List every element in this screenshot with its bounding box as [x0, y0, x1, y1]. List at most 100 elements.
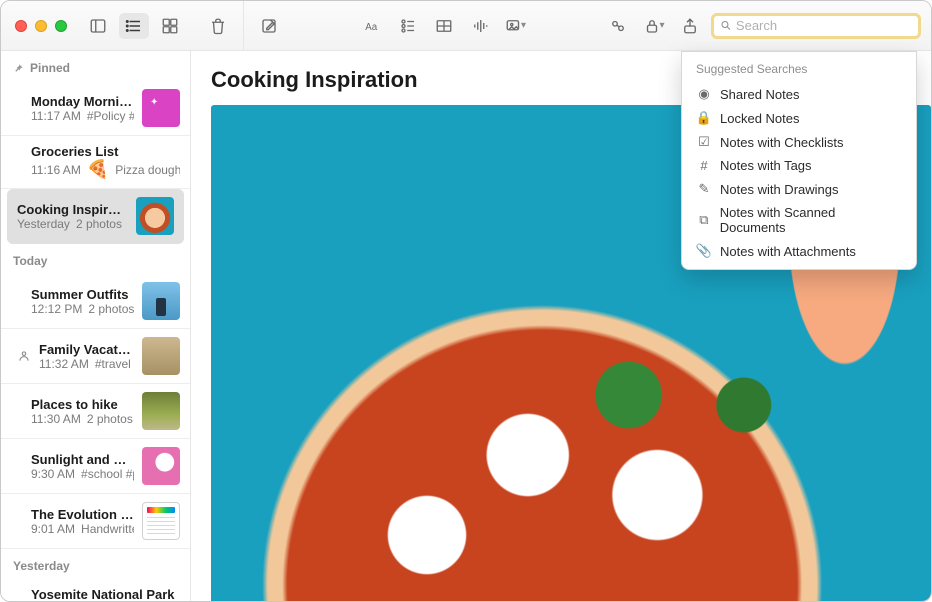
svg-text:Aa: Aa: [365, 21, 378, 32]
note-detail: 2 photos: [76, 217, 122, 231]
note-title: Places to hike: [31, 397, 134, 412]
suggestion-attachments[interactable]: 📎 Notes with Attachments: [686, 239, 912, 263]
pizza-icon: 🍕: [87, 159, 109, 180]
note-title: Cooking Inspiration: [17, 202, 128, 217]
suggestion-label: Locked Notes: [720, 111, 800, 126]
note-title: Monday Morning Meeting: [31, 94, 134, 109]
note-time: 11:30 AM: [31, 412, 81, 426]
note-thumbnail: [142, 89, 180, 127]
section-header-today: Today: [1, 244, 190, 274]
note-title: Groceries List: [31, 144, 180, 159]
share-button[interactable]: [675, 13, 705, 39]
suggestion-label: Notes with Checklists: [720, 135, 844, 150]
note-title: The Evolution of Massi…: [31, 507, 134, 522]
note-detail: Handwritten note: [81, 522, 134, 536]
drawing-icon: ✎: [696, 181, 712, 197]
chevron-down-icon: ▾: [521, 20, 526, 31]
suggestion-label: Notes with Attachments: [720, 244, 856, 259]
fullscreen-window-button[interactable]: [55, 20, 67, 32]
suggestion-label: Notes with Tags: [720, 158, 812, 173]
note-detail: 2 photos: [87, 412, 133, 426]
section-label: Today: [13, 254, 47, 268]
note-detail: #school #psycholo…: [81, 467, 134, 481]
note-time: 11:32 AM: [39, 357, 89, 371]
pin-icon: [13, 63, 24, 74]
note-thumbnail: [142, 282, 180, 320]
note-cell-selected[interactable]: Cooking Inspiration Yesterday 2 photos: [7, 189, 184, 244]
note-editor[interactable]: Cooking Inspiration Suggested Searches ◉…: [191, 51, 931, 601]
note-thumbnail: [142, 502, 180, 540]
note-title: Family Vacation: [39, 342, 134, 357]
view-gallery-button[interactable]: [155, 13, 185, 39]
toolbar-separator: [243, 1, 244, 51]
shared-icon: ◉: [696, 86, 712, 102]
format-text-button[interactable]: Aa: [357, 13, 387, 39]
note-time: 12:12 PM: [31, 302, 82, 316]
close-window-button[interactable]: [15, 20, 27, 32]
tag-icon: #: [696, 158, 712, 173]
toggle-sidebar-button[interactable]: [83, 13, 113, 39]
note-time: 9:30 AM: [31, 467, 75, 481]
search-input[interactable]: [736, 18, 912, 33]
note-detail: 2 photos: [88, 302, 134, 316]
note-cell[interactable]: Summer Outfits 12:12 PM 2 photos: [1, 274, 190, 329]
notes-list-sidebar[interactable]: Pinned Monday Morning Meeting 11:17 AM #P…: [1, 51, 191, 601]
note-cell[interactable]: Yosemite National Park: [1, 579, 190, 601]
shared-icon: [17, 349, 31, 363]
delete-note-button[interactable]: [203, 13, 233, 39]
note-detail: #Policy #Housing…: [87, 109, 134, 123]
window-controls: [15, 20, 67, 32]
minimize-window-button[interactable]: [35, 20, 47, 32]
checklist-icon: ☑: [696, 134, 712, 150]
note-thumbnail: [142, 447, 180, 485]
media-menu-button[interactable]: ▾: [501, 13, 531, 39]
app-window: Aa ▾ ▾: [0, 0, 932, 602]
section-label: Pinned: [30, 61, 70, 75]
search-suggestions-popover: Suggested Searches ◉ Shared Notes 🔒 Locked…: [681, 51, 917, 270]
note-title: Summer Outfits: [31, 287, 134, 302]
section-header-pinned: Pinned: [1, 51, 190, 81]
note-cell[interactable]: Sunlight and Circadian… 9:30 AM #school #…: [1, 439, 190, 494]
new-note-button[interactable]: [254, 13, 284, 39]
note-detail: #travel: [95, 357, 131, 371]
suggestion-label: Shared Notes: [720, 87, 800, 102]
note-detail: Pizza dough: [115, 163, 180, 177]
scan-icon: ⧉: [696, 212, 712, 228]
note-thumbnail: [136, 197, 174, 235]
search-icon: [720, 19, 732, 32]
note-time: 9:01 AM: [31, 522, 75, 536]
suggestion-scanned[interactable]: ⧉ Notes with Scanned Documents: [686, 201, 912, 239]
checklist-button[interactable]: [393, 13, 423, 39]
search-field[interactable]: [711, 13, 921, 39]
note-thumbnail: [142, 392, 180, 430]
suggestion-tags[interactable]: # Notes with Tags: [686, 154, 912, 177]
suggestion-label: Notes with Scanned Documents: [720, 205, 902, 235]
suggestion-label: Notes with Drawings: [720, 182, 839, 197]
lock-icon: 🔒: [696, 110, 712, 126]
suggestion-shared-notes[interactable]: ◉ Shared Notes: [686, 82, 912, 106]
suggestions-header: Suggested Searches: [686, 60, 912, 82]
note-cell[interactable]: The Evolution of Massi… 9:01 AM Handwritt…: [1, 494, 190, 549]
suggestion-checklists[interactable]: ☑ Notes with Checklists: [686, 130, 912, 154]
note-thumbnail: [142, 337, 180, 375]
chevron-down-icon: ▾: [659, 20, 664, 31]
note-cell[interactable]: Places to hike 11:30 AM 2 photos: [1, 384, 190, 439]
section-header-yesterday: Yesterday: [1, 549, 190, 579]
attachment-icon: 📎: [696, 243, 712, 259]
note-cell[interactable]: Groceries List 11:16 AM🍕Pizza dough: [1, 136, 190, 189]
note-title: Sunlight and Circadian…: [31, 452, 134, 467]
toolbar: Aa ▾ ▾: [1, 1, 931, 51]
lock-menu-button[interactable]: ▾: [639, 13, 669, 39]
note-cell[interactable]: Monday Morning Meeting 11:17 AM #Policy #…: [1, 81, 190, 136]
view-list-button[interactable]: [119, 13, 149, 39]
note-time: 11:17 AM: [31, 109, 81, 123]
note-title: Yosemite National Park: [31, 587, 180, 601]
table-button[interactable]: [429, 13, 459, 39]
link-note-button[interactable]: [603, 13, 633, 39]
section-label: Yesterday: [13, 559, 70, 573]
suggestion-drawings[interactable]: ✎ Notes with Drawings: [686, 177, 912, 201]
suggestion-locked-notes[interactable]: 🔒 Locked Notes: [686, 106, 912, 130]
audio-button[interactable]: [465, 13, 495, 39]
note-time: Yesterday: [17, 217, 70, 231]
note-cell[interactable]: Family Vacation 11:32 AM #travel: [1, 329, 190, 384]
